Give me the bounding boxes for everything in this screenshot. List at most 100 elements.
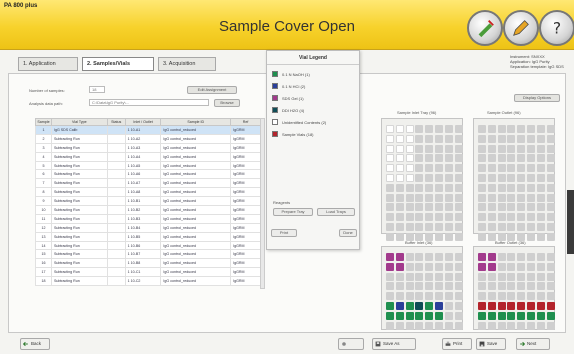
plate-well[interactable] [517,272,526,281]
plate-well[interactable] [454,253,463,261]
plate-well[interactable] [425,164,434,173]
plate-well[interactable] [546,183,555,192]
plate-well[interactable] [444,154,453,163]
plate-well[interactable] [386,213,394,222]
plate-well[interactable] [405,154,414,163]
plate-well[interactable] [478,253,486,261]
plate-well[interactable] [435,134,443,143]
plate-well[interactable] [415,321,424,330]
plate-well[interactable] [497,193,506,202]
plate-well[interactable] [517,292,526,301]
plate-well[interactable] [478,223,486,231]
plate-well[interactable] [527,223,535,231]
plate-well[interactable] [517,213,526,222]
plate-well[interactable] [454,302,463,310]
plate-well[interactable] [487,154,496,163]
plate-well[interactable] [435,144,443,153]
plate-well[interactable] [487,125,496,133]
plate-well[interactable] [395,183,404,192]
reagent-tool-button[interactable] [467,10,503,46]
table-row[interactable]: 2 Subtracting Run 1 10-A2 IgG control_reduc… [35,133,261,144]
table-row[interactable]: 3 Subtracting Run 1 10-A3 IgG control_reduc… [35,142,261,153]
plate-well[interactable] [415,183,424,192]
plate-well[interactable] [507,134,516,143]
plate-well[interactable] [444,272,453,281]
plate-well[interactable] [546,203,555,212]
plate-well[interactable] [444,174,453,182]
plate-well[interactable] [527,193,535,202]
plate-well[interactable] [395,311,404,320]
plate-well[interactable] [386,144,394,153]
plate-well[interactable] [405,253,414,261]
plate-well[interactable] [517,183,526,192]
plate-well[interactable] [454,154,463,163]
plate-well[interactable] [415,253,424,261]
plate-well[interactable] [546,213,555,222]
column-header[interactable]: Inlet / Outlet [124,118,162,126]
plate-well[interactable] [478,144,486,153]
plate-well[interactable] [487,311,496,320]
plate-well[interactable] [536,213,545,222]
plate-well[interactable] [536,174,545,182]
plate-well[interactable] [517,282,526,291]
plate-well[interactable] [507,253,516,261]
plate-well[interactable] [425,311,434,320]
table-row[interactable]: 15 Subtracting Run 1 10-B7 IgG control_redu… [35,249,261,260]
plate-well[interactable] [395,125,404,133]
plate-well[interactable] [527,321,535,330]
plate-well[interactable] [454,292,463,301]
print-button[interactable]: Print [442,338,472,350]
plate-well[interactable] [395,174,404,182]
plate-well[interactable] [517,262,526,271]
plate-well[interactable] [415,193,424,202]
plate-well[interactable] [405,213,414,222]
plate-well[interactable] [497,213,506,222]
plate-well[interactable] [527,302,535,310]
plate-well[interactable] [405,292,414,301]
plate-well[interactable] [435,311,443,320]
plate-well[interactable] [497,183,506,192]
edit-tool-button[interactable] [503,10,539,46]
plate-well[interactable] [546,193,555,202]
table-row[interactable]: 18 Subtracting Run 1 10-C2 IgG control_redu… [35,276,261,287]
plate-well[interactable] [546,282,555,291]
plate-well[interactable] [444,164,453,173]
data-path-field[interactable]: C:\Data\IgG Purity\... [89,99,209,106]
plate-well[interactable] [497,174,506,182]
plate-well[interactable] [487,203,496,212]
plate-well[interactable] [487,321,496,330]
plate-well[interactable] [487,193,496,202]
plate-well[interactable] [478,282,486,291]
table-row[interactable]: 7 Subtracting Run 1 10-A7 IgG control_reduc… [35,178,261,189]
plate-well[interactable] [536,262,545,271]
plate-well[interactable] [405,321,414,330]
plate-well[interactable] [478,311,486,320]
plate-well[interactable] [435,321,443,330]
plate-well[interactable] [425,125,434,133]
plate-well[interactable] [507,203,516,212]
plate-well[interactable] [386,223,394,231]
plate-well[interactable] [425,272,434,281]
plate-well[interactable] [444,213,453,222]
plate-well[interactable] [454,223,463,231]
plate-well[interactable] [444,183,453,192]
plate-well[interactable] [546,125,555,133]
plate-well[interactable] [415,282,424,291]
plate-well[interactable] [546,321,555,330]
plate-well[interactable] [386,125,394,133]
plate-well[interactable] [536,125,545,133]
plate-well[interactable] [536,193,545,202]
plate-well[interactable] [536,272,545,281]
plate-well[interactable] [507,321,516,330]
tools-button[interactable] [338,338,364,350]
plate-well[interactable] [507,164,516,173]
table-row[interactable]: 14 Subtracting Run 1 10-B6 IgG control_redu… [35,240,261,251]
plate-well[interactable] [487,262,496,271]
plate-well[interactable] [478,321,486,330]
plate-well[interactable] [425,223,434,231]
tab-samples-vials[interactable]: 2. Samples/Vials [82,57,154,71]
plate-well[interactable] [497,134,506,143]
table-row[interactable]: 10 Subtracting Run 1 10-B2 IgG control_redu… [35,205,261,215]
plate-well[interactable] [487,183,496,192]
plate-well[interactable] [497,272,506,281]
